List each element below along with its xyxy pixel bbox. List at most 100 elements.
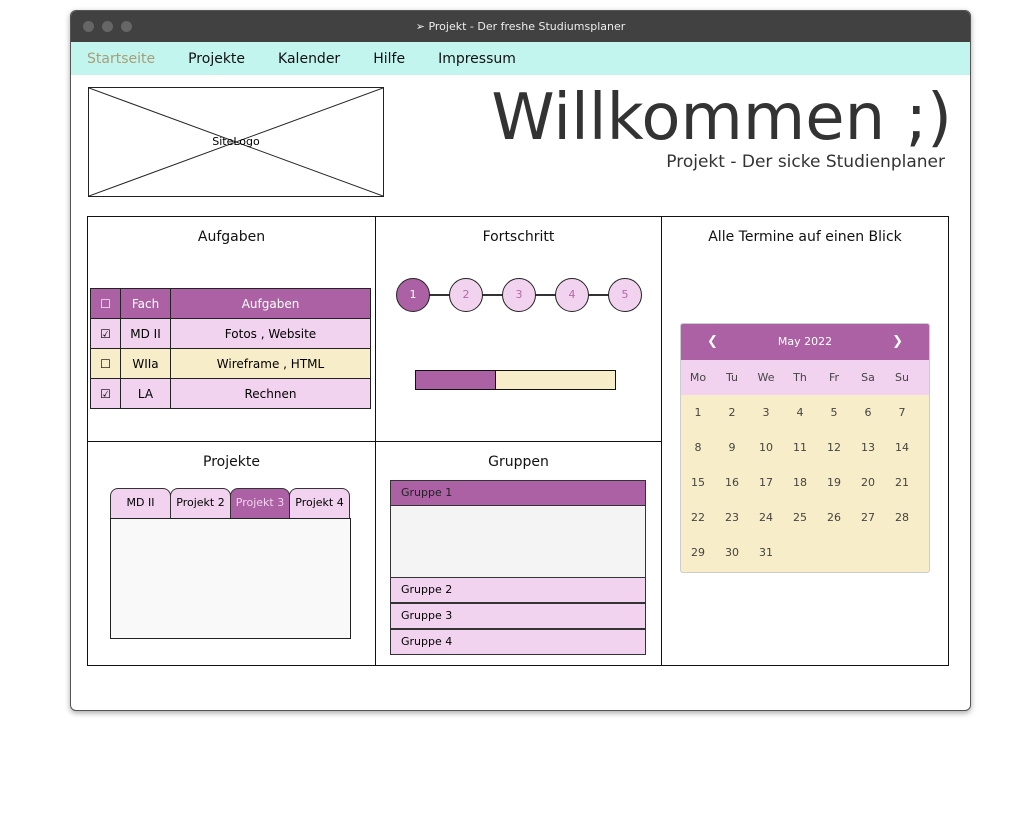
- next-month-icon[interactable]: ❯: [892, 324, 903, 360]
- nav-impressum[interactable]: Impressum: [438, 51, 516, 67]
- step-1[interactable]: 1: [396, 278, 430, 312]
- calendar-day: [885, 535, 919, 570]
- nav-startseite[interactable]: Startseite: [87, 51, 155, 67]
- calendar-day[interactable]: 25: [783, 500, 817, 535]
- calendar-header: ❮ May 2022 ❯: [681, 324, 929, 360]
- weekday-label: Th: [793, 371, 807, 384]
- checkbox[interactable]: ☐: [90, 348, 121, 379]
- progress-fill: [416, 371, 496, 389]
- calendar-day[interactable]: 14: [885, 430, 919, 465]
- page-subtitle: Projekt - Der sicke Studienplaner: [666, 152, 945, 172]
- calendar-day[interactable]: 10: [749, 430, 783, 465]
- nav-kalender[interactable]: Kalender: [278, 51, 340, 67]
- step-2[interactable]: 2: [449, 278, 483, 312]
- send-icon: ➢: [415, 20, 429, 33]
- fortschritt-panel: Fortschritt 1 2 3 4 5: [375, 216, 662, 442]
- calendar-week: 22 23 24 25 26 27 28: [681, 500, 929, 535]
- calendar-day[interactable]: 7: [885, 395, 919, 430]
- step-3[interactable]: 3: [502, 278, 536, 312]
- page-title: Willkommen ;): [491, 81, 952, 155]
- panel-title: Fortschritt: [482, 229, 555, 245]
- calendar-day[interactable]: 2: [715, 395, 749, 430]
- checkbox-checked[interactable]: ☑: [90, 318, 121, 349]
- calendar-days: 1 2 3 4 5 6 7 8 9 10 11 12 13 14 15 16 17 18 19 20 21 22 23 24 2…: [681, 395, 929, 570]
- nav-bar: Startseite Projekte Kalender Hilfe Impre…: [71, 42, 970, 75]
- panel-title: Alle Termine auf einen Blick: [708, 229, 902, 245]
- calendar-day[interactable]: 19: [817, 465, 851, 500]
- calendar-day[interactable]: 11: [783, 430, 817, 465]
- accordion-gruppe-2[interactable]: Gruppe 2: [390, 577, 646, 603]
- prev-month-icon[interactable]: ❮: [707, 324, 718, 360]
- calendar-day: [851, 535, 885, 570]
- calendar-week: 29 30 31: [681, 535, 929, 570]
- maximize-dot[interactable]: [121, 21, 132, 32]
- weekday-label: We: [757, 371, 775, 384]
- weekday-label: Sa: [861, 371, 875, 384]
- calendar-day[interactable]: 26: [817, 500, 851, 535]
- weekday-label: Tu: [725, 371, 739, 384]
- select-all-checkbox[interactable]: ☐: [90, 288, 121, 319]
- calendar-day[interactable]: 22: [681, 500, 715, 535]
- calendar-day[interactable]: 20: [851, 465, 885, 500]
- gruppen-accordion: Gruppe 1 Gruppe 2 Gruppe 3 Gruppe 4: [390, 480, 646, 656]
- title-bar: ➢ Projekt - Der freshe Studiumsplaner: [71, 11, 970, 42]
- table-header: ☐ Fach Aufgaben: [90, 288, 371, 319]
- calendar-month: May 2022: [777, 335, 833, 348]
- nav-hilfe[interactable]: Hilfe: [373, 51, 405, 67]
- aufgaben-table: ☐ Fach Aufgaben ☑ MD II Fotos , Website ☐ WII…: [90, 288, 371, 409]
- calendar-day: [783, 535, 817, 570]
- panel-title: Projekte: [203, 454, 260, 470]
- calendar-day[interactable]: 5: [817, 395, 851, 430]
- weekday-label: Mo: [689, 371, 707, 384]
- nav-projekte[interactable]: Projekte: [188, 51, 245, 67]
- accordion-gruppe-1[interactable]: Gruppe 1: [390, 480, 646, 506]
- calendar-day: [817, 535, 851, 570]
- tab-projekt-4[interactable]: Projekt 4: [289, 488, 350, 519]
- calendar-day[interactable]: 29: [681, 535, 715, 570]
- panel-title: Aufgaben: [197, 229, 266, 245]
- table-row: ☑ MD II Fotos , Website: [90, 318, 371, 349]
- calendar-day[interactable]: 23: [715, 500, 749, 535]
- cell-fach: WIIa: [120, 348, 171, 379]
- calendar-day[interactable]: 18: [783, 465, 817, 500]
- weekday-row: Mo Tu We Th Fr Sa Su: [681, 360, 929, 395]
- calendar-week: 1234567: [681, 395, 929, 430]
- close-dot[interactable]: [83, 21, 94, 32]
- cell-aufgaben: Wireframe , HTML: [170, 348, 371, 379]
- progress-bar: [415, 370, 616, 390]
- calendar-day[interactable]: 4: [783, 395, 817, 430]
- weekday-label: Fr: [828, 371, 840, 384]
- calendar-day[interactable]: 8: [681, 430, 715, 465]
- calendar-day[interactable]: 1: [681, 395, 715, 430]
- calendar-day[interactable]: 24: [749, 500, 783, 535]
- window-title: Projekt - Der freshe Studiumsplaner: [428, 20, 626, 33]
- calendar-day[interactable]: 12: [817, 430, 851, 465]
- weekday-label: Su: [895, 371, 909, 384]
- accordion-gruppe-4[interactable]: Gruppe 4: [390, 629, 646, 655]
- col-aufgaben: Aufgaben: [170, 288, 371, 319]
- step-5[interactable]: 5: [608, 278, 642, 312]
- calendar-day[interactable]: 16: [715, 465, 749, 500]
- calendar: ❮ May 2022 ❯ Mo Tu We Th Fr Sa Su 1 2 3 4 5 6 7 8 9 10 1…: [680, 323, 930, 573]
- calendar-day[interactable]: 28: [885, 500, 919, 535]
- calendar-day[interactable]: 13: [851, 430, 885, 465]
- calendar-week: 15 16 17 18 19 20 21: [681, 465, 929, 500]
- calendar-day[interactable]: 6: [851, 395, 885, 430]
- calendar-day[interactable]: 17: [749, 465, 783, 500]
- calendar-day[interactable]: 27: [851, 500, 885, 535]
- calendar-day[interactable]: 31: [749, 535, 783, 570]
- calendar-day[interactable]: 21: [885, 465, 919, 500]
- minimize-dot[interactable]: [102, 21, 113, 32]
- calendar-day[interactable]: 3: [749, 395, 783, 430]
- tab-md-ii[interactable]: MD II: [110, 488, 171, 519]
- checkbox-checked[interactable]: ☑: [90, 378, 121, 409]
- accordion-gruppe-3[interactable]: Gruppe 3: [390, 603, 646, 629]
- aufgaben-panel: Aufgaben ☐ Fach Aufgaben ☑ MD II Fotos , Web…: [87, 216, 376, 442]
- calendar-day[interactable]: 30: [715, 535, 749, 570]
- calendar-week: 8 9 10 11 12 13 14: [681, 430, 929, 465]
- step-4[interactable]: 4: [555, 278, 589, 312]
- tab-projekt-3[interactable]: Projekt 3: [230, 488, 290, 519]
- calendar-day[interactable]: 15: [681, 465, 715, 500]
- calendar-day[interactable]: 9: [715, 430, 749, 465]
- tab-projekt-2[interactable]: Projekt 2: [170, 488, 231, 519]
